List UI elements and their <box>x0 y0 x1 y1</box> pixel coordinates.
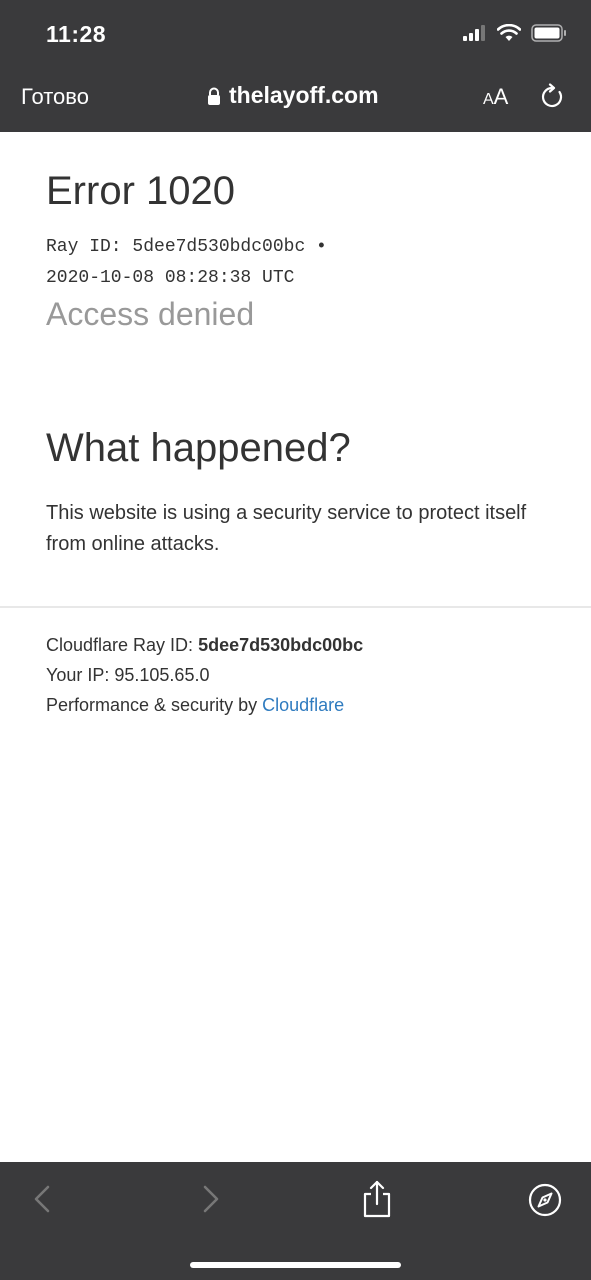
battery-icon <box>531 24 566 42</box>
url-field[interactable]: thelayoff.com <box>207 82 379 109</box>
timestamp-line: 2020-10-08 08:28:38 UTC <box>46 268 295 288</box>
performance-label: Performance & security by <box>46 695 263 715</box>
error-title: Error 1020 <box>46 169 235 213</box>
your-ip: Your IP: 95.105.65.0 <box>46 665 210 685</box>
browser-nav-bar: Готово thelayoff.com AA <box>0 70 591 132</box>
back-arrow-icon[interactable] <box>30 1179 54 1219</box>
ray-id-label: Cloudflare Ray ID: <box>46 635 199 655</box>
performance-security: Performance & security by Cloudflare <box>46 690 363 720</box>
home-indicator <box>190 1262 401 1268</box>
what-happened-heading: What happened? <box>46 426 351 470</box>
cloudflare-link[interactable]: Cloudflare <box>262 695 344 715</box>
forward-arrow-icon[interactable] <box>199 1179 223 1219</box>
ray-id-line: Ray ID: 5dee7d530bdc00bc • <box>46 237 327 257</box>
status-bar: 11:28 <box>0 0 591 70</box>
wifi-icon <box>497 24 521 41</box>
ray-id-timestamp: Ray ID: 5dee7d530bdc00bc • 2020-10-08 08… <box>46 232 406 294</box>
footer: Cloudflare Ray ID: 5dee7d530bdc00bc Your… <box>46 630 363 720</box>
cloudflare-ray-id: Cloudflare Ray ID: 5dee7d530bdc00bc <box>46 630 363 660</box>
explanation-text: This website is using a security service… <box>46 502 527 555</box>
status-time: 11:28 <box>46 21 107 47</box>
lock-icon <box>208 87 220 105</box>
share-icon[interactable] <box>361 1179 393 1219</box>
browser-toolbar <box>0 1162 591 1280</box>
text-size-button[interactable]: AA <box>483 84 508 110</box>
compass-icon[interactable] <box>527 1179 563 1219</box>
page-content: Error 1020 Ray ID: 5dee7d530bdc00bc • 20… <box>0 132 591 1162</box>
status-icons <box>463 24 567 42</box>
url-text: thelayoff.com <box>229 82 379 108</box>
done-button[interactable]: Готово <box>21 84 89 110</box>
text-size-large-a: A <box>493 84 509 109</box>
reload-icon[interactable] <box>539 83 565 111</box>
text-size-small-a: A <box>483 91 494 108</box>
divider <box>0 606 591 608</box>
access-denied-subtitle: Access denied <box>46 296 255 332</box>
cellular-signal-icon <box>463 25 485 41</box>
ray-id-value: 5dee7d530bdc00bc <box>198 635 364 655</box>
